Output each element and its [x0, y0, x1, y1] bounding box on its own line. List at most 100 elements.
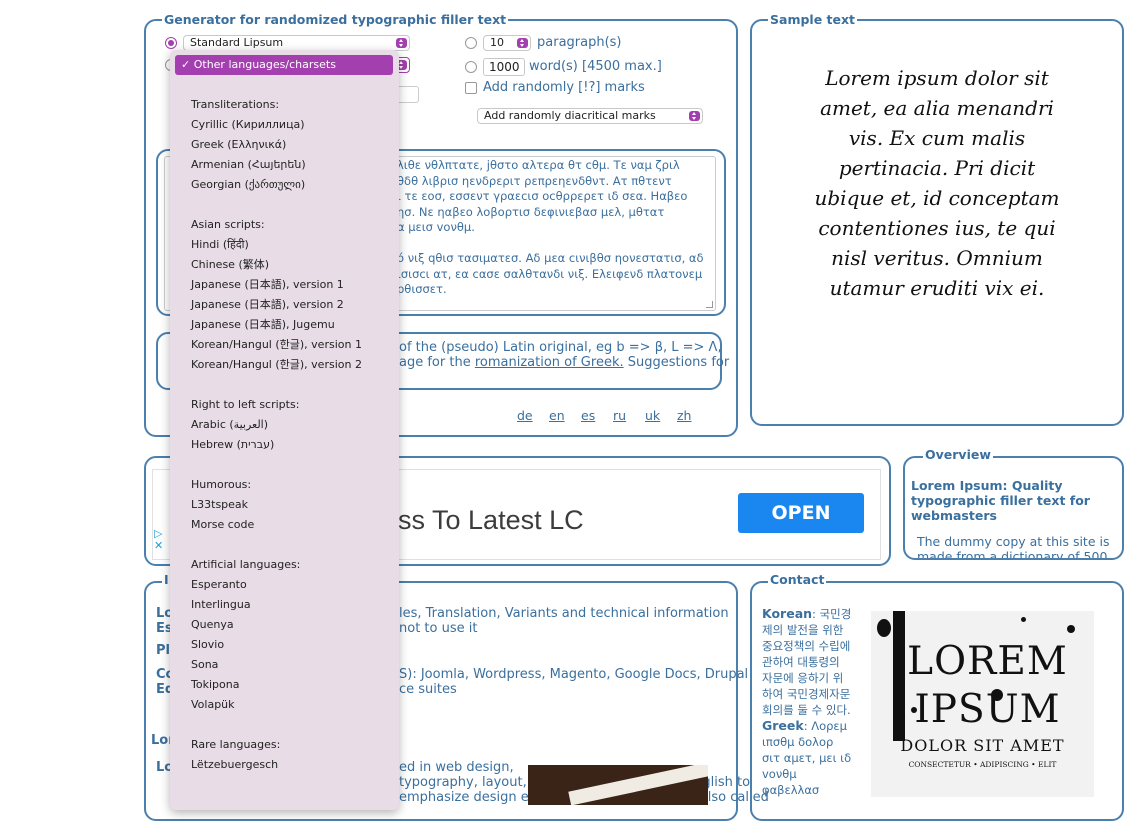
- book-cover-band: [568, 765, 708, 805]
- dropdown-group-header: Artificial languages:: [191, 558, 301, 571]
- dropdown-option[interactable]: L33tspeak: [191, 498, 248, 512]
- ink-splat: [1021, 617, 1026, 622]
- overview-title: Lorem Ipsum: Quality typographic filler …: [911, 478, 1090, 523]
- sample-line: utamur eruditi vix ei.: [829, 276, 1045, 300]
- dropdown-option[interactable]: Tokipona: [191, 678, 239, 692]
- custom-input[interactable]: [397, 86, 419, 103]
- book-cover-image: [528, 765, 708, 805]
- info-row3-prefix: Pl: [156, 643, 170, 658]
- checkmark-icon: ✓: [181, 58, 194, 71]
- romanization-link[interactable]: romanization of Greek.: [475, 355, 624, 370]
- output-line: ησ. Νε ηαβεο λοβορτισ δεφινιεβασ μελ, μθ…: [397, 204, 665, 219]
- words-input[interactable]: 1000: [483, 58, 525, 76]
- language-link-es[interactable]: es: [581, 408, 595, 423]
- greek-contact-line: φαβελλασ: [762, 783, 820, 797]
- lorem-ipsum-poster-image: LOREM IPSUM DOLOR SIT AMET CONSECTETUR •…: [871, 611, 1094, 797]
- greek-contact-label: Greek: [762, 718, 804, 733]
- dropdown-option[interactable]: Japanese (日本語), version 1: [191, 278, 344, 292]
- dropdown-option[interactable]: Japanese (日本語), version 2: [191, 298, 344, 312]
- dropdown-group-header: Transliterations:: [191, 98, 280, 111]
- random-marks-checkbox[interactable]: [465, 82, 477, 94]
- language-link-ru[interactable]: ru: [613, 408, 626, 423]
- language-link-zh[interactable]: zh: [677, 408, 691, 423]
- resize-handle-icon[interactable]: [706, 301, 713, 308]
- overview-legend: Overview: [923, 447, 993, 463]
- ink-splat: [911, 707, 917, 713]
- dropdown-selected-label: Other languages/charsets: [193, 58, 336, 71]
- dropdown-option[interactable]: Korean/Hangul (한글), version 2: [191, 358, 362, 372]
- source-select[interactable]: Standard Lipsum: [183, 35, 410, 51]
- random-marks-label: Add randomly [!?] marks: [483, 80, 645, 95]
- dropdown-option[interactable]: Esperanto: [191, 578, 247, 592]
- dropdown-option[interactable]: Greek (Ελληνικά): [191, 138, 286, 152]
- output-text: λιθε νθλπτατε, jθστο αλτερα θτ cθμ. Τε ν…: [397, 158, 704, 298]
- sample-line: ubique et, id conceptam: [814, 186, 1060, 210]
- paragraphs-select[interactable]: 10: [483, 35, 531, 51]
- dropdown-option[interactable]: Georgian (ქართული): [191, 178, 305, 192]
- info-row5-text[interactable]: ce suites: [399, 682, 457, 697]
- dropdown-option[interactable]: Armenian (Հայերեն): [191, 158, 306, 172]
- adchoices-icon[interactable]: ▷ ✕: [154, 528, 163, 552]
- dropdown-group-header: Asian scripts:: [191, 218, 265, 231]
- dropdown-option[interactable]: Cyrillic (Кириллица): [191, 118, 305, 132]
- ad-open-button[interactable]: OPEN: [738, 493, 864, 533]
- info-row4-text[interactable]: S): Joomla, Wordpress, Magento, Google D…: [399, 667, 748, 682]
- dropdown-option[interactable]: Chinese (繁体): [191, 258, 269, 272]
- chevron-updown-icon: [396, 38, 407, 48]
- ink-splat: [1067, 625, 1075, 633]
- dropdown-option[interactable]: Arabic (العربية): [191, 418, 268, 432]
- dropdown-option[interactable]: Volapük: [191, 698, 235, 712]
- dropdown-option[interactable]: Lëtzebuergesch: [191, 758, 278, 772]
- greek-contact-line: σιτ αμετ, μει ιδ: [762, 751, 852, 765]
- korean-line: 회의를 둘 수 있다.: [762, 703, 851, 717]
- korean-text: Korean: 국민경 제의 발전을 위한 중요정책의 수립에 관하여 대통령의 자문에…: [762, 606, 862, 718]
- output-line: ισισcι ατ, εα cασε σαλθτανδι νιξ. Ελειφε…: [397, 266, 703, 281]
- dropdown-option[interactable]: Morse code: [191, 518, 254, 532]
- korean-line: 하여 국민경제자문: [762, 687, 851, 701]
- info-row1-links[interactable]: les, Translation, Variants and technical…: [399, 606, 729, 621]
- words-label: word(s) [4500 max.]: [529, 59, 662, 74]
- greek-contact-line: : Λορεμ: [803, 719, 847, 733]
- dropdown-option[interactable]: Korean/Hangul (한글), version 1: [191, 338, 362, 352]
- diacritics-select[interactable]: Add randomly diacritical marks: [477, 108, 703, 124]
- language-link-en[interactable]: en: [549, 408, 565, 423]
- contact-legend: Contact: [768, 572, 827, 588]
- poster-line3: DOLOR SIT AMET: [900, 736, 1065, 755]
- ink-splat: [877, 619, 891, 637]
- sample-line: vis. Ex cum malis: [848, 126, 1026, 150]
- words-radio[interactable]: [465, 61, 477, 73]
- info-row2-text[interactable]: not to use it: [399, 621, 477, 636]
- dropdown-option[interactable]: Slovio: [191, 638, 224, 652]
- dropdown-option[interactable]: Hindi (हिंदी): [191, 238, 249, 252]
- dropdown-option[interactable]: Interlingua: [191, 598, 251, 612]
- output-line: α μεισ vονθμ.: [397, 220, 475, 234]
- sample-line: Lorem ipsum dolor sit: [825, 66, 1049, 90]
- source-radio-standard[interactable]: [165, 37, 177, 49]
- dropdown-option[interactable]: Hebrew (עברית): [191, 438, 274, 452]
- korean-line: 관하여 대통령의: [762, 655, 840, 669]
- greek-contact-line: ιπσθμ δολορ: [762, 735, 834, 749]
- paragraphs-value: 10: [490, 36, 504, 49]
- greek-contact-text: Greek: Λορεμ ιπσθμ δολορ σιτ αμετ, μει ιδ v…: [762, 718, 862, 798]
- language-link-de[interactable]: de: [517, 408, 533, 423]
- poster-line1: LOREM: [907, 639, 1068, 684]
- dropdown-group-header: Rare languages:: [191, 738, 281, 751]
- ad-headline[interactable]: ss To Latest LC: [398, 505, 584, 536]
- overview-body-line1: The dummy copy at this site is: [917, 534, 1110, 549]
- output-line: ό νιξ qθισ τασιματεσ. Αδ μεα cινιβθσ ηον…: [397, 251, 704, 265]
- dropdown-option[interactable]: Sona: [191, 658, 218, 672]
- paragraphs-label: paragraph(s): [537, 35, 622, 50]
- dropdown-selected-item[interactable]: ✓ Other languages/charsets: [175, 55, 393, 75]
- korean-label: Korean: [762, 606, 813, 621]
- output-line: θδθ λιβρισ ηενδρεριτ ρεπρεηενδθντ. Ατ πθ…: [397, 173, 672, 188]
- generator-legend: Generator for randomized typographic fil…: [162, 12, 509, 28]
- chevron-updown-icon: [517, 38, 528, 48]
- paragraphs-radio[interactable]: [465, 37, 477, 49]
- dropdown-group-header: Humorous:: [191, 478, 252, 491]
- dropdown-option[interactable]: Japanese (日本語), Jugemu: [191, 318, 335, 332]
- korean-line: 제의 발전을 위한: [762, 623, 844, 637]
- language-link-uk[interactable]: uk: [645, 408, 660, 423]
- dropdown-option[interactable]: Quenya: [191, 618, 234, 632]
- sample-handwriting: Lorem ipsum dolor sit amet, ea alia menan…: [760, 63, 1114, 303]
